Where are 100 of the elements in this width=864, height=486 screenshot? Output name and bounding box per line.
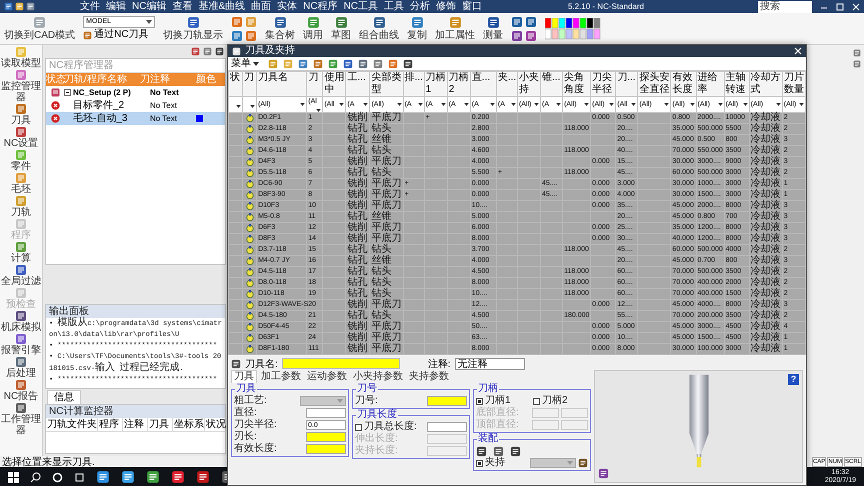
checkbox[interactable] bbox=[476, 398, 483, 404]
input-field[interactable] bbox=[532, 408, 559, 418]
search-icon[interactable] bbox=[30, 472, 41, 482]
column-header[interactable]: 刀 bbox=[242, 72, 257, 96]
cad-mode-button[interactable]: 切换到CAD模式 bbox=[4, 16, 76, 42]
caret-icon bbox=[253, 62, 259, 66]
column-header[interactable]: 工... bbox=[346, 72, 370, 96]
ribbon-button[interactable]: 调用 bbox=[303, 16, 324, 42]
column-header[interactable]: 尖部类型 bbox=[370, 72, 404, 96]
sidebar-item[interactable]: 计算 bbox=[0, 241, 42, 264]
collapse-icon[interactable] bbox=[64, 89, 71, 96]
tab[interactable]: 小夹持参数 bbox=[351, 370, 405, 383]
input-field[interactable] bbox=[306, 432, 346, 442]
column-header[interactable]: 探头安全直径 bbox=[638, 72, 671, 96]
toolpath-display-button[interactable]: 切换刀轨显示 bbox=[163, 16, 224, 42]
ribbon-button[interactable]: 组合曲线 bbox=[359, 16, 400, 42]
menu-item[interactable]: 编辑 bbox=[105, 0, 127, 12]
ribbon-button[interactable]: 复制 bbox=[407, 16, 428, 42]
ribbon-button[interactable]: 草图 bbox=[331, 16, 352, 42]
maximize-icon[interactable] bbox=[836, 2, 844, 10]
menu-item[interactable]: 查看 bbox=[171, 0, 194, 12]
tree-item[interactable]: 目标零件_2 bbox=[73, 99, 124, 112]
column-header[interactable]: 状 bbox=[228, 72, 243, 96]
tab[interactable]: 夹持参数 bbox=[407, 370, 451, 383]
input-field[interactable] bbox=[306, 444, 346, 454]
input-field[interactable] bbox=[561, 408, 588, 418]
column-header[interactable]: 锥... bbox=[540, 72, 563, 96]
column-header[interactable]: 刀 bbox=[306, 72, 323, 96]
color-palette-drawing[interactable] bbox=[545, 18, 602, 40]
menu-item[interactable]: 基准&曲线 bbox=[197, 0, 246, 12]
menu-item[interactable]: 修饰 bbox=[435, 0, 458, 12]
search-field[interactable]: 搜索 bbox=[758, 0, 812, 12]
filter-dropdown[interactable] bbox=[228, 96, 243, 112]
sidebar-item[interactable]: 毛坯 bbox=[0, 172, 42, 195]
nc-tool-button[interactable]: 通过NC刀具 bbox=[83, 29, 156, 41]
tool-name-field[interactable] bbox=[282, 358, 400, 369]
menu-item[interactable]: NC程序 bbox=[302, 0, 339, 12]
sidebar-item[interactable]: 后处理 bbox=[0, 356, 42, 379]
sidebar-item[interactable]: 全局过滤 bbox=[0, 264, 42, 287]
input-field[interactable] bbox=[427, 422, 467, 432]
column-header[interactable]: 坐标系 bbox=[173, 418, 205, 431]
sidebar-item[interactable]: 读取模型 bbox=[0, 46, 42, 69]
column-header[interactable]: 刀具 bbox=[148, 418, 173, 431]
menu-item[interactable]: 曲面 bbox=[250, 0, 272, 12]
sidebar-item[interactable]: 零件 bbox=[0, 149, 42, 172]
column-header[interactable]: 直... bbox=[470, 72, 496, 96]
column-header[interactable]: 有效长度 bbox=[670, 72, 696, 96]
column-header[interactable]: 夹... bbox=[496, 72, 518, 96]
table-cell: 冷却液 bbox=[750, 190, 781, 200]
menu-item[interactable]: 分析 bbox=[409, 0, 432, 12]
tab[interactable]: 运动参数 bbox=[305, 370, 349, 383]
column-header[interactable]: 刀柄2 bbox=[447, 72, 470, 96]
menu-item[interactable]: NC工具 bbox=[342, 0, 380, 12]
column-header[interactable]: 刀柄1 bbox=[424, 72, 448, 96]
column-header[interactable]: 注释 bbox=[123, 418, 148, 431]
sidebar-item[interactable]: 监控管理器 bbox=[0, 69, 42, 103]
sidebar-item[interactable]: 机床模拟 bbox=[0, 310, 42, 333]
column-header[interactable]: 排... bbox=[403, 72, 424, 96]
column-header[interactable]: 刀具名 bbox=[256, 72, 307, 96]
column-header[interactable]: 刀轨文件夹 bbox=[46, 418, 98, 431]
help-button[interactable]: ? bbox=[788, 374, 799, 385]
circle-icon[interactable] bbox=[52, 472, 63, 482]
task-view-icon[interactable] bbox=[74, 472, 85, 482]
column-header[interactable]: 小夹持 bbox=[517, 72, 541, 96]
ribbon-button[interactable]: 集合树 bbox=[265, 16, 296, 42]
info-tab[interactable]: 信息 bbox=[47, 390, 81, 404]
input-field[interactable] bbox=[532, 420, 559, 430]
sidebar-item[interactable]: 刀轨 bbox=[0, 195, 42, 218]
ribbon-button[interactable]: 加工属性 bbox=[435, 16, 476, 42]
windows-logo-icon[interactable] bbox=[8, 472, 19, 482]
column-header[interactable]: 程序 bbox=[98, 418, 123, 431]
input-field[interactable] bbox=[561, 420, 588, 430]
menu-item[interactable]: NC编辑 bbox=[131, 0, 168, 12]
input-field[interactable] bbox=[306, 408, 346, 418]
sidebar-item[interactable]: NC设置 bbox=[0, 126, 42, 149]
menu-item[interactable]: 窗口 bbox=[461, 0, 484, 12]
tree-item[interactable]: 毛坯-自动_3 bbox=[73, 112, 128, 125]
column-header[interactable]: 主轴转速 bbox=[724, 72, 750, 96]
input-field[interactable] bbox=[427, 396, 467, 406]
ribbon-button[interactable]: 测量 bbox=[483, 16, 504, 42]
column-header[interactable]: 冷却方式 bbox=[749, 72, 782, 96]
checkbox[interactable] bbox=[355, 424, 362, 430]
sidebar-item[interactable]: NC报告 bbox=[0, 379, 42, 402]
sidebar-item[interactable]: 报警引擎 bbox=[0, 333, 42, 356]
sidebar-item[interactable]: 工作管理器 bbox=[0, 402, 42, 436]
checkbox[interactable] bbox=[533, 398, 540, 404]
menu-item[interactable]: 实体 bbox=[276, 0, 298, 12]
tab[interactable]: 加工参数 bbox=[259, 370, 303, 383]
menu-button[interactable]: 菜单 bbox=[231, 58, 259, 70]
column-header[interactable]: 尖角角度 bbox=[562, 72, 591, 96]
menu-item[interactable]: 工具 bbox=[383, 0, 406, 12]
tab[interactable]: 刀具 bbox=[231, 370, 257, 383]
tree-item[interactable]: NC_Setup (2 P) bbox=[73, 86, 131, 99]
column-header[interactable]: 刀... bbox=[616, 72, 638, 96]
column-header[interactable]: 使用中 bbox=[322, 72, 346, 96]
column-header[interactable]: 进给率 bbox=[696, 72, 724, 96]
column-header[interactable]: 刀片数量 bbox=[782, 72, 806, 96]
sidebar-item[interactable]: 刀具 bbox=[0, 103, 42, 126]
menu-item[interactable]: 文件 bbox=[79, 0, 101, 12]
column-header[interactable]: 刀尖半径 bbox=[590, 72, 616, 96]
